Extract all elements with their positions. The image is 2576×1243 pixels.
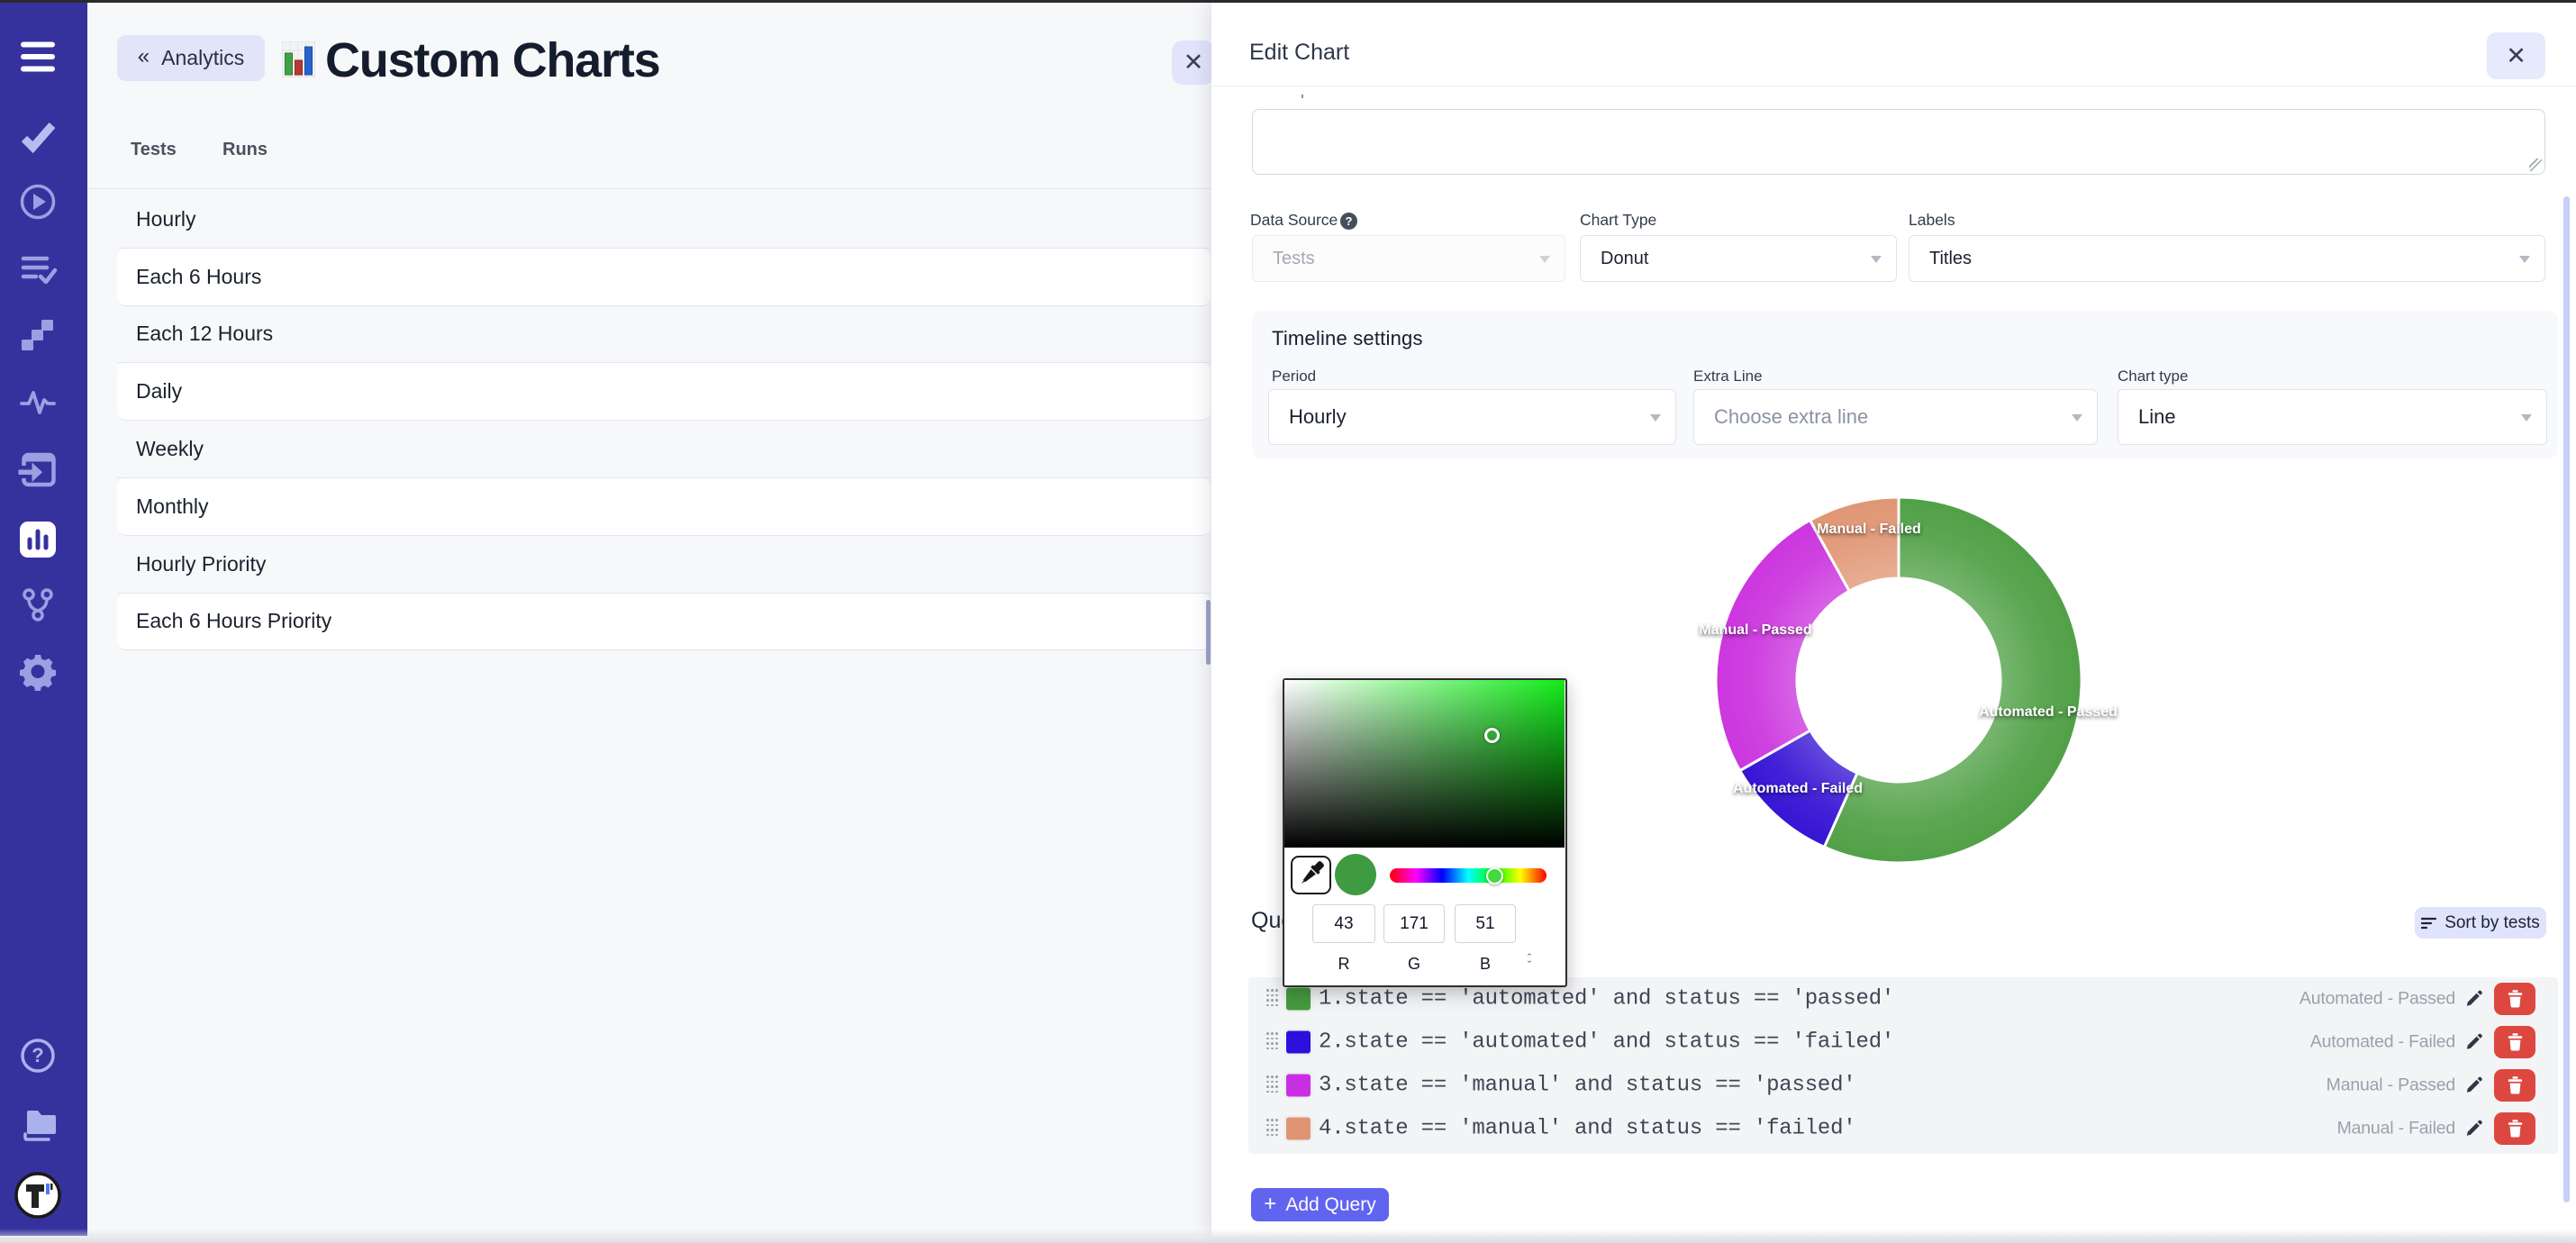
svg-text:?: ? xyxy=(32,1044,43,1066)
